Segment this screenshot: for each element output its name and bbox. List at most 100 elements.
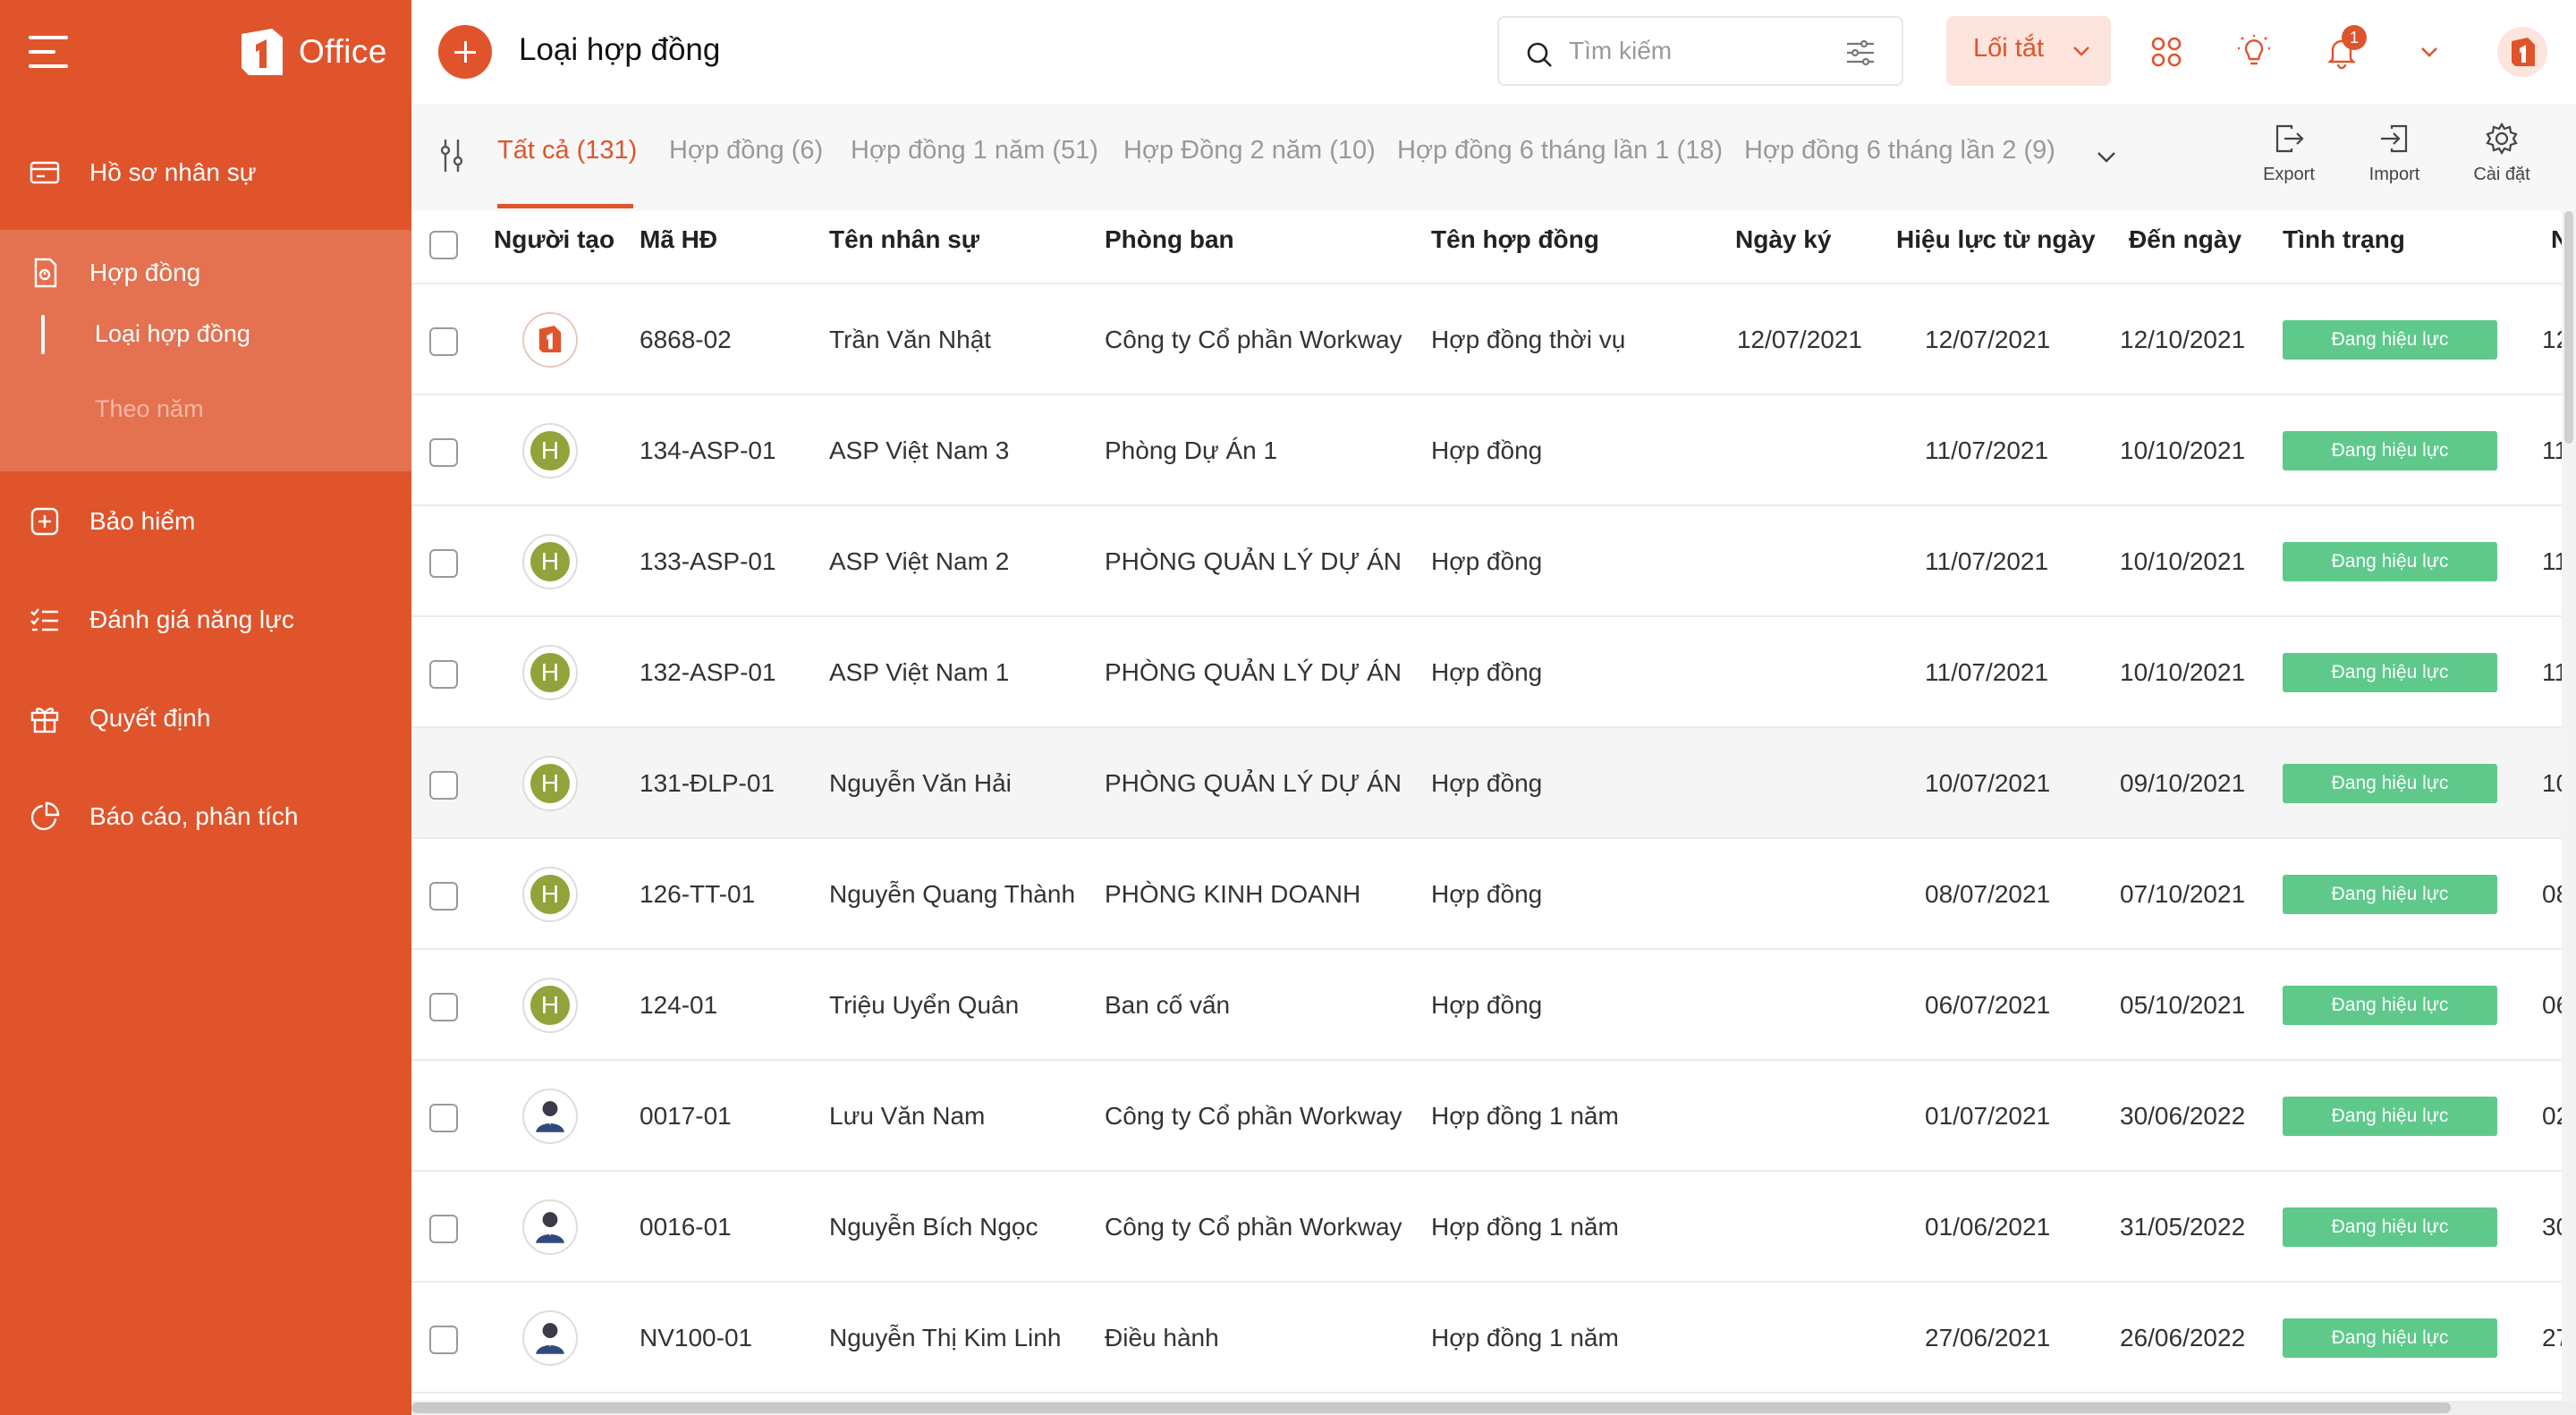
row-checkbox[interactable] xyxy=(429,549,458,578)
column-header-end-date[interactable]: Đến ngày xyxy=(2129,225,2241,254)
column-header-department[interactable]: Phòng ban xyxy=(1105,225,1234,254)
contract-code-cell[interactable]: 0017-01 xyxy=(640,1102,732,1131)
horizontal-scroll-thumb[interactable] xyxy=(411,1402,2451,1413)
department-cell: PHÒNG QUẢN LÝ DỰ ÁN xyxy=(1105,547,1402,575)
apps-grid-icon[interactable] xyxy=(2148,34,2184,70)
submenu-item-by-year[interactable]: Theo năm xyxy=(95,395,204,423)
menu-icon[interactable] xyxy=(29,36,68,68)
contract-code-cell[interactable]: 124-01 xyxy=(640,991,717,1020)
end-date-cell: 31/05/2022 xyxy=(2120,1213,2246,1241)
table-header-row: Người tạo Mã HĐ Tên nhân sự Phòng ban Tê… xyxy=(411,211,2576,284)
chevron-down-icon[interactable] xyxy=(2411,34,2447,70)
import-button[interactable]: Import xyxy=(2354,122,2435,193)
column-header-contract-name[interactable]: Tên hợp đồng xyxy=(1431,225,1599,254)
avatar-initial: H xyxy=(530,431,570,470)
submenu-item-contract-type[interactable]: Loại hợp đồng xyxy=(95,320,250,348)
active-tab-underline xyxy=(497,204,633,208)
tab-contract-6-months-1[interactable]: Hợp đồng 6 tháng lần 1 (18) xyxy=(1397,136,1723,165)
table-row[interactable]: H 131-ĐLP-01 Nguyễn Văn Hải PHÒNG QUẢN LÝ D… xyxy=(411,728,2576,839)
row-checkbox[interactable] xyxy=(429,882,458,911)
column-header-status[interactable]: Tình trạng xyxy=(2283,225,2405,254)
department-cell: PHÒNG KINH DOANH xyxy=(1105,880,1361,908)
select-all-checkbox[interactable] xyxy=(429,231,458,259)
horizontal-scrollbar[interactable] xyxy=(411,1401,2576,1415)
table-row[interactable]: H 133-ASP-01 ASP Việt Nam 2 PHÒNG QUẢN LÝ D… xyxy=(411,506,2576,617)
table-row[interactable]: 6868-02 Trần Văn Nhật Công ty Cổ phần Work… xyxy=(411,284,2576,395)
contract-name-cell: Hợp đồng xyxy=(1431,991,1543,1019)
status-badge: Đang hiệu lực xyxy=(2283,764,2497,803)
department-cell: Công ty Cổ phần Workway xyxy=(1105,326,1402,353)
vertical-scrollbar[interactable] xyxy=(2562,211,2576,1401)
column-header-signed-date[interactable]: Ngày ký xyxy=(1735,225,1914,254)
user-photo-icon xyxy=(536,1323,564,1354)
creator-avatar: H xyxy=(522,645,578,700)
table-row[interactable]: NV100-01 Nguyễn Thị Kim Linh Điều hành Hợp … xyxy=(411,1283,2576,1394)
table-row[interactable]: H 134-ASP-01 ASP Việt Nam 3 Phòng Dự Án 1 Hợ… xyxy=(411,395,2576,506)
chevron-down-icon[interactable] xyxy=(2095,145,2118,168)
end-date-cell: 12/10/2021 xyxy=(2120,326,2246,353)
table-row[interactable]: H 132-ASP-01 ASP Việt Nam 1 PHÒNG QUẢN LÝ D… xyxy=(411,617,2576,728)
row-checkbox[interactable] xyxy=(429,993,458,1021)
row-checkbox[interactable] xyxy=(429,771,458,800)
table-row[interactable]: 0016-01 Nguyễn Bích Ngọc Công ty Cổ phần W… xyxy=(411,1172,2576,1283)
sidebar-item-reports[interactable]: Báo cáo, phân tích xyxy=(0,785,411,848)
shortcut-button[interactable]: Lối tắt xyxy=(1946,16,2111,86)
row-checkbox[interactable] xyxy=(429,1104,458,1132)
effective-from-cell: 12/07/2021 xyxy=(1925,326,2051,353)
column-header-contract-code[interactable]: Mã HĐ xyxy=(640,225,717,254)
row-checkbox[interactable] xyxy=(429,327,458,356)
table-row[interactable]: 0017-01 Lưu Văn Nam Công ty Cổ phần Workwa… xyxy=(411,1061,2576,1172)
filter-options-icon[interactable] xyxy=(1844,38,1877,68)
app-logo[interactable]: Office xyxy=(236,25,387,79)
contract-code-cell[interactable]: 6868-02 xyxy=(640,326,732,354)
department-cell: Điều hành xyxy=(1105,1324,1219,1351)
sidebar-item-insurance[interactable]: Bảo hiểm xyxy=(0,490,411,553)
effective-from-cell: 10/07/2021 xyxy=(1925,769,2051,797)
add-button[interactable] xyxy=(438,25,492,79)
tab-contract[interactable]: Hợp đồng (6) xyxy=(669,136,823,165)
sidebar-item-contract[interactable]: Hợp đồng xyxy=(0,241,411,304)
column-header-employee-name[interactable]: Tên nhân sự xyxy=(829,225,979,254)
sidebar-item-hr-profile[interactable]: Hồ sơ nhân sự xyxy=(0,141,411,204)
row-checkbox[interactable] xyxy=(429,660,458,689)
column-header-creator[interactable]: Người tạo xyxy=(494,225,614,254)
tab-contract-1-year[interactable]: Hợp đồng 1 năm (51) xyxy=(851,136,1098,165)
column-filter-icon[interactable] xyxy=(438,136,470,175)
contract-code-cell[interactable]: 133-ASP-01 xyxy=(640,547,776,576)
tab-contract-2-years[interactable]: Hợp Đồng 2 năm (10) xyxy=(1123,136,1376,165)
contract-code-cell[interactable]: 0016-01 xyxy=(640,1213,732,1241)
table-row[interactable]: H 124-01 Triệu Uyển Quân Ban cố vấn Hợp đồng… xyxy=(411,950,2576,1061)
contract-code-cell[interactable]: 132-ASP-01 xyxy=(640,658,776,687)
contract-code-cell[interactable]: 126-TT-01 xyxy=(640,880,755,909)
row-checkbox[interactable] xyxy=(429,1215,458,1243)
vertical-scroll-thumb[interactable] xyxy=(2564,211,2573,444)
column-header-effective-from[interactable]: Hiệu lực từ ngày xyxy=(1896,225,2096,254)
contract-name-cell: Hợp đồng xyxy=(1431,880,1543,908)
sidebar-item-competency[interactable]: Đánh giá năng lực xyxy=(0,589,411,651)
avatar-initial: H xyxy=(530,653,570,692)
row-checkbox[interactable] xyxy=(429,1326,458,1354)
department-cell: Công ty Cổ phần Workway xyxy=(1105,1102,1402,1130)
tab-all[interactable]: Tất cả (131) xyxy=(497,136,637,165)
user-avatar[interactable] xyxy=(2497,27,2547,77)
id-card-icon xyxy=(30,161,60,184)
contract-code-cell[interactable]: 131-ĐLP-01 xyxy=(640,769,775,798)
sidebar-item-decision[interactable]: Quyết định xyxy=(0,687,411,750)
row-checkbox[interactable] xyxy=(429,438,458,467)
tab-contract-6-months-2[interactable]: Hợp đồng 6 tháng lần 2 (9) xyxy=(1744,136,2055,165)
creator-avatar xyxy=(522,1310,578,1366)
user-logo-icon xyxy=(2512,38,2535,66)
lightbulb-icon[interactable] xyxy=(2236,34,2272,70)
contract-code-cell[interactable]: NV100-01 xyxy=(640,1324,752,1352)
export-icon xyxy=(2275,124,2304,153)
export-button[interactable]: Export xyxy=(2249,122,2329,193)
settings-button[interactable]: Cài đặt xyxy=(2462,122,2542,193)
creator-avatar: H xyxy=(522,978,578,1033)
contract-code-cell[interactable]: 134-ASP-01 xyxy=(640,436,776,465)
department-cell: Ban cố vấn xyxy=(1105,991,1231,1019)
table-row[interactable]: H 126-TT-01 Nguyễn Quang Thành PHÒNG KINH D… xyxy=(411,839,2576,950)
search-input[interactable] xyxy=(1569,30,1828,72)
contract-name-cell: Hợp đồng xyxy=(1431,658,1543,686)
effective-from-cell: 08/07/2021 xyxy=(1925,880,2051,908)
sidebar: Office Hồ sơ nhân sự Hợp đồng Loại hợp đ… xyxy=(0,0,411,1415)
